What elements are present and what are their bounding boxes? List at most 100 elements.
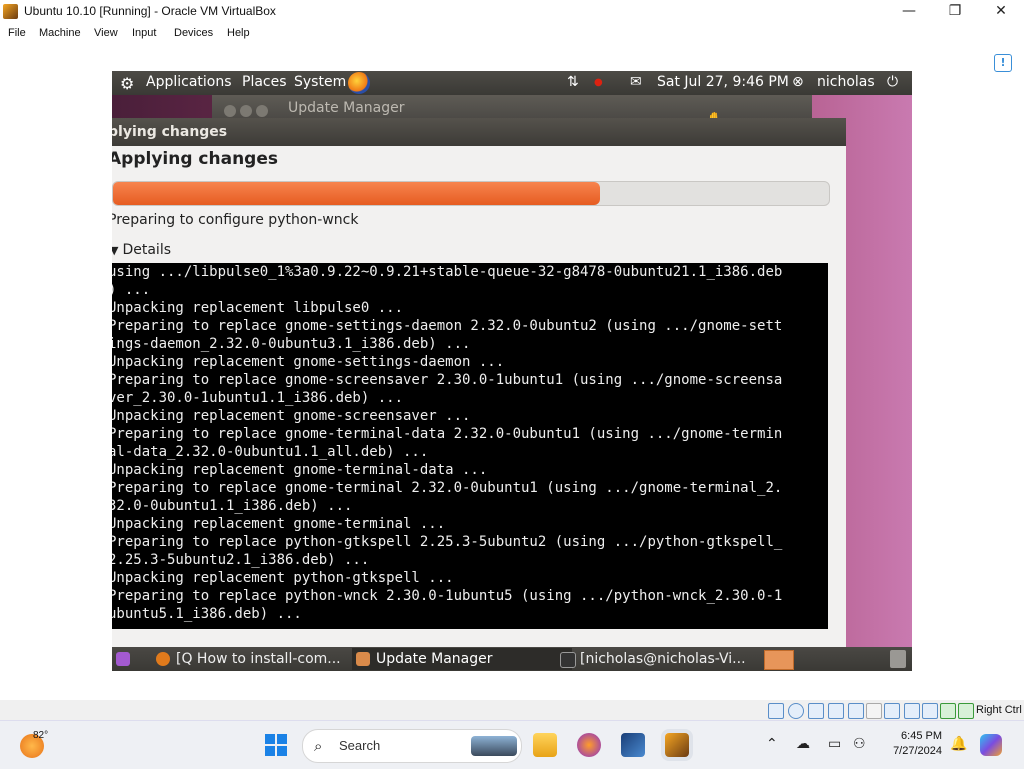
network-adapter-icon[interactable] <box>828 703 844 719</box>
maximize-button[interactable]: ❐ <box>932 0 978 22</box>
file-explorer-icon[interactable] <box>533 733 557 757</box>
copilot-icon[interactable] <box>980 734 1002 756</box>
cpu-icon[interactable] <box>922 703 938 719</box>
usb-icon[interactable] <box>848 703 864 719</box>
virtualbox-title-bar: Ubuntu 10.10 [Running] - Oracle VM Virtu… <box>0 0 1024 22</box>
network-status-icon[interactable]: ⚇ <box>853 736 866 752</box>
menu-input[interactable]: Input <box>132 27 156 39</box>
search-highlight-image <box>471 736 517 756</box>
terminal-line: Unpacking replacement gnome-terminal ... <box>112 516 446 532</box>
virtualbox-menu-bar: File Machine View Input Devices Help <box>0 22 1024 44</box>
power-icon[interactable]: ⏻ <box>887 74 898 90</box>
terminal-icon <box>560 652 576 668</box>
dialog-title: plying changes <box>112 124 228 140</box>
terminal-line: Unpacking replacement gnome-settings-dae… <box>112 354 505 370</box>
windows-start-icon[interactable] <box>265 734 287 756</box>
panel-user[interactable]: nicholas <box>817 74 875 90</box>
notification-bell-icon[interactable]: 🔔 <box>950 736 967 752</box>
terminal-line: 2.25.3-5ubuntu2.1_i386.deb) ... <box>112 552 370 568</box>
record-indicator-icon[interactable]: ● <box>594 77 603 88</box>
terminal-line: Unpacking replacement gnome-terminal-dat… <box>112 462 488 478</box>
details-expander[interactable]: ▼ Details <box>112 242 171 258</box>
chevron-up-icon[interactable]: ⌃ <box>766 736 778 752</box>
taskbar-label: [Q How to install-com... <box>176 651 341 667</box>
clock-date: 7/27/2024 <box>893 745 942 757</box>
cloud-off-icon[interactable]: ☁ <box>796 736 810 752</box>
progress-fill <box>113 182 600 205</box>
network-icon[interactable]: ⇅ <box>567 74 579 90</box>
search-placeholder: Search <box>339 738 381 753</box>
terminal-line: Unpacking replacement gnome-screensaver … <box>112 408 471 424</box>
terminal-line: Preparing to replace python-wnck 2.30.0-… <box>112 588 783 604</box>
terminal-output[interactable]: using .../libpulse0_1%3a0.9.22~0.9.21+st… <box>112 263 828 629</box>
taskbar-label: Update Manager <box>376 651 493 667</box>
terminal-line: ) ... <box>112 282 151 298</box>
terminal-line: Preparing to replace python-gtkspell 2.2… <box>112 534 783 550</box>
background-window-title: Update Manager <box>288 100 405 116</box>
terminal-line: ver_2.30.0-1ubuntu1.1_i386.deb) ... <box>112 390 404 406</box>
keyboard-icon[interactable] <box>958 703 974 719</box>
user-status-icon[interactable]: ⊗ <box>792 74 804 90</box>
taskbar-item-terminal[interactable]: [nicholas@nicholas-Vi... <box>556 648 776 670</box>
menu-help[interactable]: Help <box>227 27 250 39</box>
trash-icon[interactable] <box>890 650 906 668</box>
menu-file[interactable]: File <box>8 27 26 39</box>
notification-icon[interactable]: ! <box>994 54 1012 72</box>
terminal-line: 32.0-0ubuntu1.1_i386.deb) ... <box>112 498 353 514</box>
workspace-switcher[interactable] <box>764 650 794 670</box>
terminal-line: using .../libpulse0_1%3a0.9.22~0.9.21+st… <box>112 264 783 280</box>
terminal-line: Preparing to replace gnome-settings-daem… <box>112 318 783 334</box>
taskbar-item-firefox[interactable]: [Q How to install-com... <box>152 648 366 670</box>
taskbar-item-update-manager[interactable]: Update Manager <box>352 648 572 670</box>
taskbar-clock[interactable]: 6:45 PM 7/27/2024 <box>886 729 942 759</box>
details-label: Details <box>122 242 172 258</box>
status-text: Preparing to configure python-wnck <box>112 212 359 228</box>
devices-icon[interactable]: ▭ <box>828 736 841 752</box>
panel-clock[interactable]: Sat Jul 27, 9:46 PM <box>657 74 789 90</box>
hard-disk-icon[interactable] <box>768 703 784 719</box>
terminal-line: ubuntu5.1_i386.deb) ... <box>112 606 302 622</box>
maximize-icon[interactable] <box>256 105 268 117</box>
taskbar-search[interactable]: ⌕ Search <box>302 729 522 763</box>
gnome-bottom-panel: [Q How to install-com... Update Manager … <box>112 647 912 671</box>
window-title: Ubuntu 10.10 [Running] - Oracle VM Virtu… <box>24 4 276 18</box>
minimize-button[interactable]: — <box>886 0 932 22</box>
recording-icon[interactable] <box>904 703 920 719</box>
mouse-integration-icon[interactable] <box>940 703 956 719</box>
menu-machine[interactable]: Machine <box>39 27 81 39</box>
menu-applications[interactable]: Applications <box>146 74 232 90</box>
update-manager-icon <box>356 652 370 666</box>
menu-view[interactable]: View <box>94 27 118 39</box>
virtualbox-app-icon <box>3 4 18 19</box>
vm-window-icon[interactable] <box>665 733 689 757</box>
display-icon[interactable] <box>884 703 900 719</box>
firefox-launcher-icon[interactable] <box>348 72 370 94</box>
menu-system[interactable]: System <box>294 74 346 90</box>
taskbar-label: [nicholas@nicholas-Vi... <box>580 651 746 667</box>
terminal-line: al-data_2.32.0-0ubuntu1.1_all.deb) ... <box>112 444 429 460</box>
dialog-titlebar[interactable]: plying changes <box>112 118 846 146</box>
firefox-icon[interactable] <box>577 733 601 757</box>
weather-temperature: 82° <box>33 730 49 741</box>
mail-icon[interactable]: ✉ <box>630 74 642 90</box>
dialog-heading: Applying changes <box>112 149 278 169</box>
menu-places[interactable]: Places <box>242 74 287 90</box>
virtualbox-icon[interactable] <box>621 733 645 757</box>
minimize-icon[interactable] <box>240 105 252 117</box>
show-desktop-button[interactable] <box>112 648 134 670</box>
terminal-line: ings-daemon_2.32.0-0ubuntu3.1_i386.deb) … <box>112 336 471 352</box>
audio-icon[interactable] <box>808 703 824 719</box>
close-icon[interactable] <box>224 105 236 117</box>
clock-time: 6:45 PM <box>901 730 942 742</box>
guest-screen[interactable]: ⚙ Applications Places System ⇅ ● ✉ Sat J… <box>112 71 912 671</box>
desktop-icon <box>116 652 130 666</box>
expander-triangle-icon: ▼ <box>112 244 119 257</box>
shared-folders-icon[interactable] <box>866 703 882 719</box>
ubuntu-logo-icon[interactable]: ⚙ <box>120 74 134 93</box>
virtualbox-status-bar: Right Ctrl <box>0 700 1024 720</box>
close-button[interactable]: ✕ <box>978 0 1024 22</box>
progress-bar <box>112 181 830 206</box>
menu-devices[interactable]: Devices <box>174 27 213 39</box>
optical-drive-icon[interactable] <box>788 703 804 719</box>
terminal-line: Unpacking replacement libpulse0 ... <box>112 300 404 316</box>
